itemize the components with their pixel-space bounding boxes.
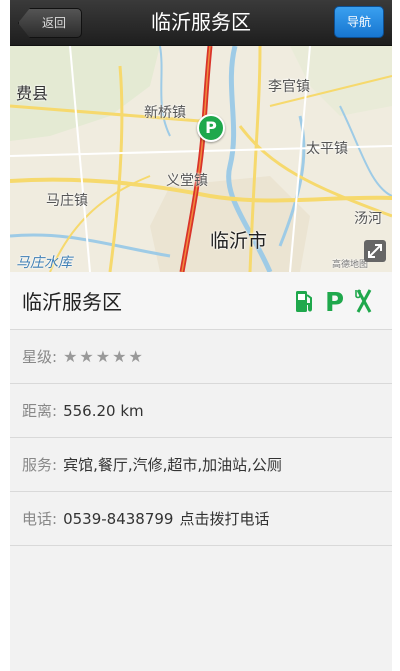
- app-frame: 返回 临沂服务区 导航 费县 李官镇 新桥镇 太平镇 义堂镇 马庄镇 汤河 临沂…: [10, 0, 392, 671]
- map-canvas: [10, 46, 392, 272]
- navigate-button[interactable]: 导航: [334, 6, 384, 38]
- place-name: 临沂服务区: [22, 290, 122, 314]
- rating-row: 星级: ★★★★★: [10, 330, 392, 384]
- services-row: 服务: 宾馆,餐厅,汽修,超市,加油站,公厕: [10, 438, 392, 492]
- expand-map-icon[interactable]: [364, 240, 386, 262]
- parking-marker-icon[interactable]: P: [197, 114, 225, 142]
- map-label-taipingzhen: 太平镇: [306, 141, 348, 157]
- rating-label: 星级:: [22, 348, 58, 366]
- map-label-feixian: 费县: [16, 84, 49, 103]
- phone-value[interactable]: 0539-8438799: [63, 510, 173, 528]
- distance-value: 556.20 km: [63, 401, 144, 420]
- map-label-reservoir: 马庄水库: [16, 255, 72, 271]
- page-title: 临沂服务区: [151, 10, 251, 34]
- distance-label: 距离:: [22, 402, 58, 420]
- phone-row[interactable]: 电话: 0539-8438799 点击拨打电话: [10, 492, 392, 546]
- parking-icon: P: [325, 288, 344, 315]
- map-label-liguanzhen: 李官镇: [268, 79, 310, 95]
- map-label-linyishi: 临沂市: [210, 230, 268, 252]
- navigation-bar: 返回 临沂服务区 导航: [10, 0, 392, 46]
- call-link[interactable]: 点击拨打电话: [179, 508, 269, 529]
- map-label-mazhuangzhen: 马庄镇: [46, 193, 88, 209]
- phone-label: 电话:: [22, 510, 58, 528]
- services-value: 宾馆,餐厅,汽修,超市,加油站,公厕: [63, 456, 282, 474]
- back-button[interactable]: 返回: [18, 8, 82, 38]
- map-view[interactable]: 费县 李官镇 新桥镇 太平镇 义堂镇 马庄镇 汤河 临沂市 马庄水库 高德地图 …: [10, 46, 392, 272]
- map-label-yitangzhen: 义堂镇: [166, 173, 208, 189]
- svg-text:P: P: [325, 288, 344, 315]
- services-label: 服务:: [22, 456, 58, 474]
- restaurant-icon: [355, 288, 372, 313]
- distance-row: 距离: 556.20 km: [10, 384, 392, 438]
- service-area-info: 临沂服务区 P 星级: ★★★★★ 距离: 556.20 km 服务: 宾馆,餐…: [10, 272, 392, 546]
- map-label-xinqiaozhen: 新桥镇: [144, 105, 186, 121]
- gas-station-icon: [296, 290, 312, 312]
- rating-stars: ★★★★★: [63, 347, 145, 366]
- map-label-tanghe: 汤河: [354, 211, 382, 227]
- map-provider-logo: 高德地图: [332, 260, 369, 270]
- amenity-icons: P: [294, 287, 380, 315]
- place-header: 临沂服务区 P: [10, 272, 392, 330]
